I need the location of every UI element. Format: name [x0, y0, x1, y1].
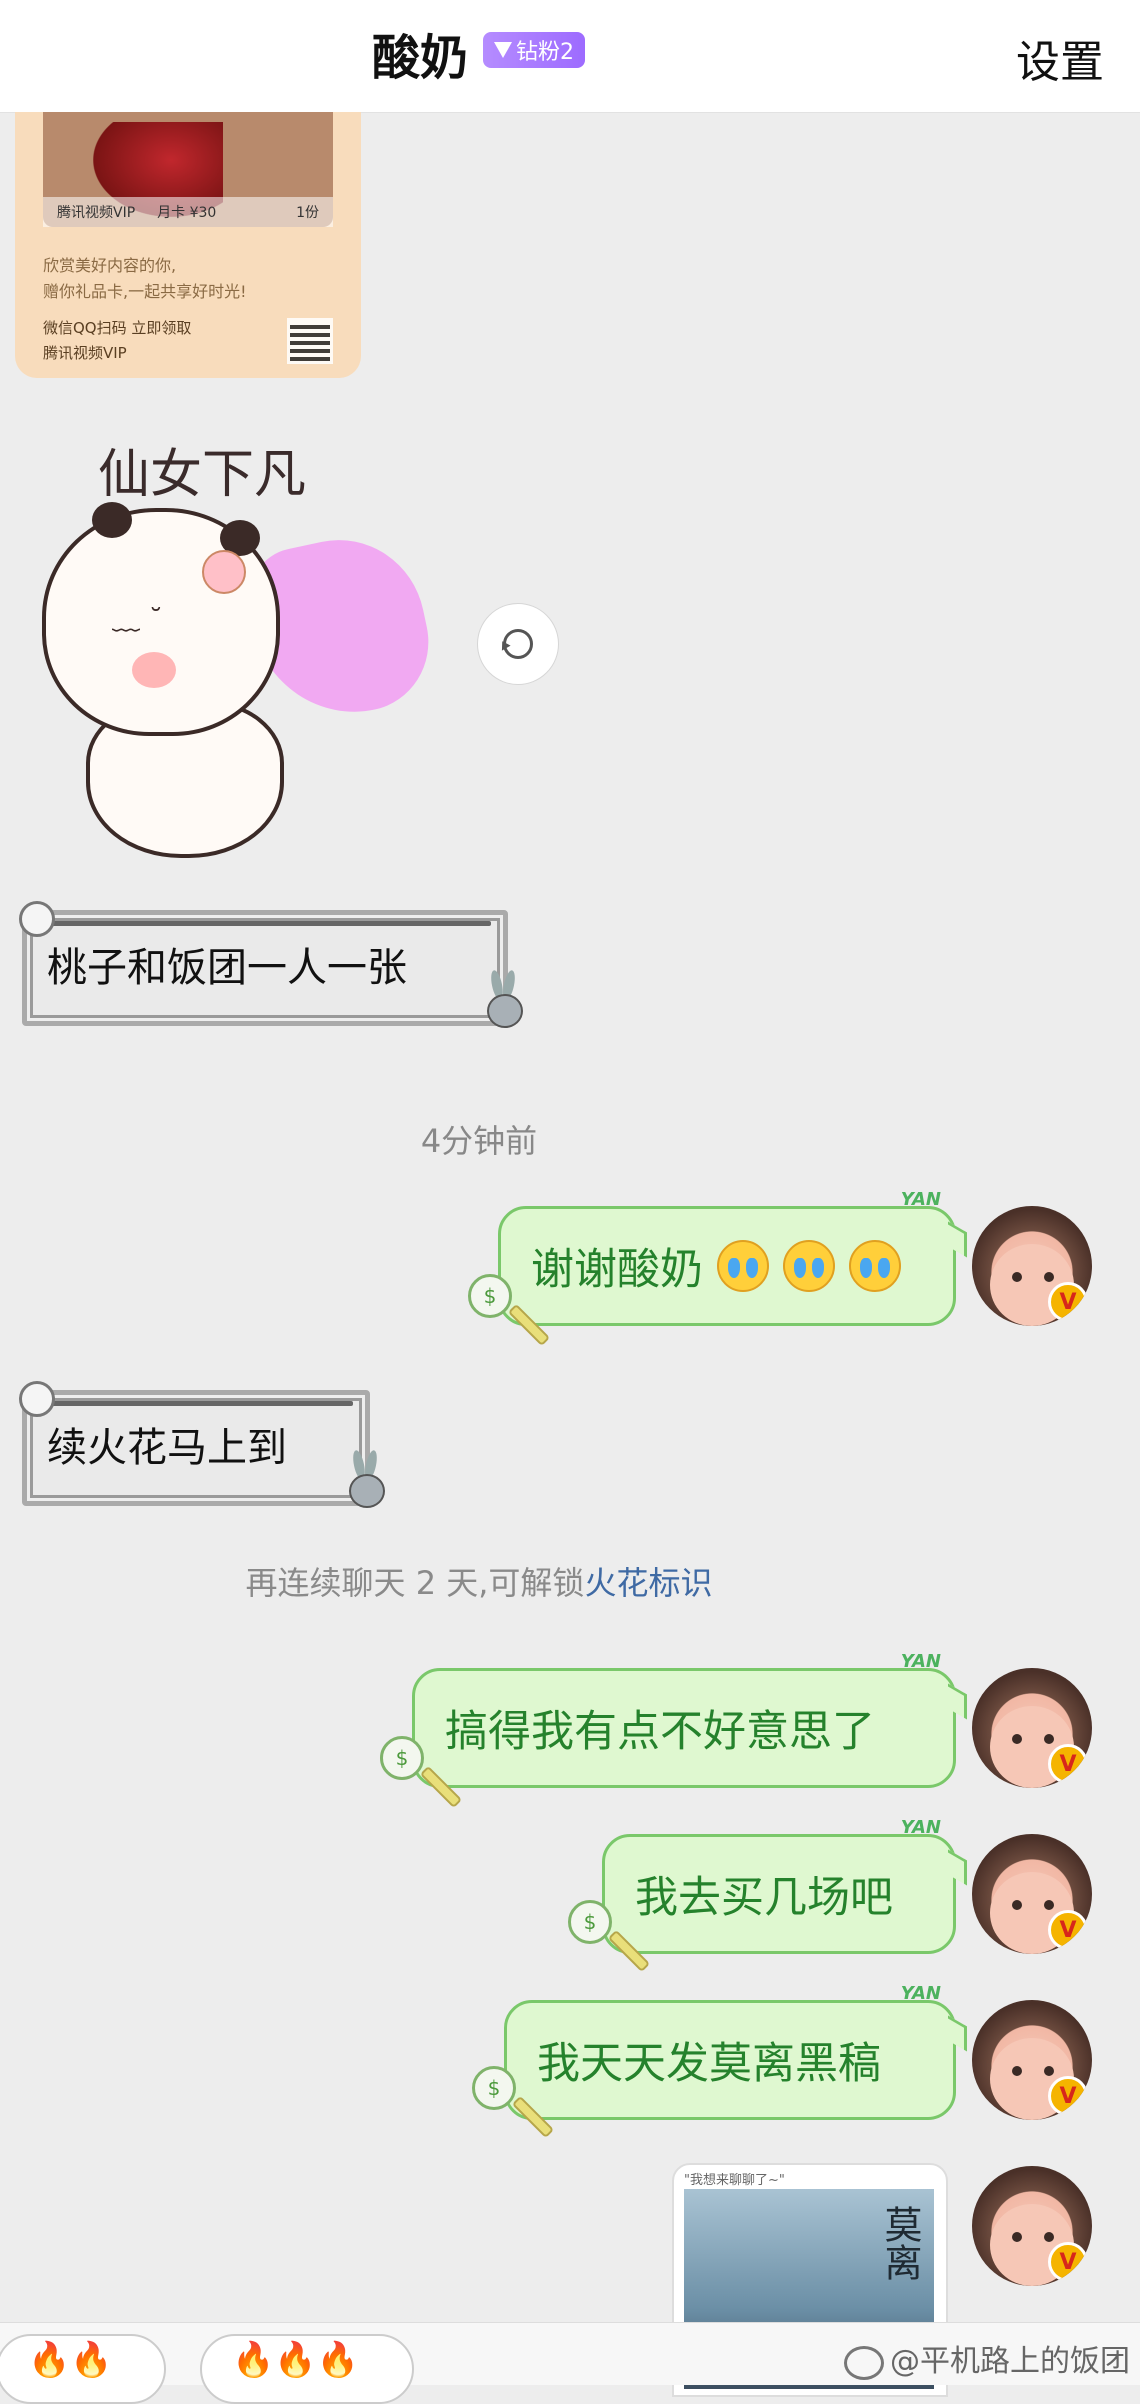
- chat-title: 酸奶: [372, 30, 469, 86]
- crying-emoji-icon: [717, 1240, 769, 1292]
- sticker-ear: [92, 502, 132, 538]
- bubble-tag: YAN: [900, 1983, 941, 2004]
- verified-badge-icon: V: [1048, 2076, 1088, 2116]
- avatar[interactable]: V: [972, 2166, 1092, 2286]
- settings-button[interactable]: 设置: [1016, 26, 1104, 90]
- chat-header: 酸奶 钻粉2 设置: [0, 0, 1140, 113]
- fire-emoji-icon: 🔥🔥: [28, 2340, 113, 2380]
- brand-label: 腾讯视频VIP: [43, 344, 127, 362]
- fan-badge-label: 钻粉2: [516, 40, 574, 65]
- verified-badge-icon: V: [1048, 1910, 1088, 1950]
- outgoing-message[interactable]: YAN 谢谢酸奶: [498, 1189, 967, 1326]
- sticker-message[interactable]: ﹏ ˘ 仙女下凡: [20, 420, 442, 860]
- avatar[interactable]: V: [972, 1206, 1092, 1326]
- card-price: 月卡 ¥30: [157, 205, 217, 221]
- bubble-tag: YAN: [900, 1651, 941, 1672]
- incoming-message[interactable]: 桃子和饭团一人一张: [19, 901, 508, 1026]
- card-count: 1份: [296, 205, 319, 221]
- message-text: 谢谢酸奶: [531, 1245, 703, 1295]
- bubble-tag: YAN: [900, 1189, 941, 1210]
- message-text: 我天天发莫离黑稿: [537, 2039, 881, 2089]
- bubble-tail: [948, 2015, 967, 2052]
- scan-instruction: 微信QQ扫码 立即领取: [43, 319, 192, 337]
- bubble-frame-curl: [19, 1381, 55, 1417]
- system-message-text: 再连续聊天 2 天,可解锁: [245, 1564, 585, 1602]
- spark-badge-link[interactable]: 火花标识: [584, 1564, 712, 1602]
- bubble-tail: [948, 1683, 967, 1720]
- diamond-icon: [494, 42, 512, 58]
- outgoing-message[interactable]: YAN 我天天发莫离黑稿: [504, 1983, 967, 2120]
- gift-message-line1: 欣赏美好内容的你,: [43, 256, 177, 275]
- crying-emoji-icon: [783, 1240, 835, 1292]
- gift-card-strip: 腾讯视频VIP 月卡 ¥30 1份: [43, 197, 333, 227]
- outgoing-message[interactable]: YAN 我去买几场吧: [602, 1817, 967, 1954]
- sticker-caption: 仙女下凡: [98, 445, 307, 505]
- bubble-tail: [948, 1849, 967, 1886]
- bubble-frame-bar: [39, 1401, 353, 1406]
- bunny-icon: [484, 969, 523, 1030]
- sticker-cheek: [132, 652, 176, 688]
- verified-badge-icon: V: [1048, 1744, 1088, 1784]
- poster-title: 莫离: [878, 2205, 922, 2281]
- image-caption: "我想来聊聊了~": [684, 2173, 785, 2188]
- qr-code: [287, 318, 333, 364]
- gift-card-poster: 腾讯视频VIP 月卡 ¥30 1份: [43, 112, 333, 227]
- flower-icon: [202, 550, 246, 594]
- quick-reply-pill[interactable]: 🔥🔥: [0, 2334, 166, 2404]
- undo-icon: [503, 629, 533, 659]
- weibo-icon: [844, 2345, 884, 2380]
- lollipop-icon: $: [568, 1900, 651, 1980]
- avatar[interactable]: V: [972, 1834, 1092, 1954]
- bubble-frame-curl: [19, 901, 55, 937]
- avatar[interactable]: V: [972, 1668, 1092, 1788]
- system-message: 再连续聊天 2 天,可解锁火花标识: [0, 1558, 958, 1604]
- bubble-frame-bar: [39, 921, 491, 926]
- sticker-eye: ﹏ ˘: [112, 603, 163, 636]
- outgoing-message[interactable]: YAN 搞得我有点不好意思了: [412, 1651, 967, 1788]
- lollipop-icon: $: [380, 1736, 463, 1816]
- message-text: 我去买几场吧: [635, 1873, 893, 1923]
- gift-message-line2: 赠你礼品卡,一起共享好时光!: [43, 282, 247, 301]
- message-text: 桃子和饭团一人一张: [47, 945, 407, 991]
- watermark: @平机路上的饭团: [844, 2336, 1130, 2380]
- watermark-text: @平机路上的饭团: [890, 2344, 1130, 2379]
- message-text: 搞得我有点不好意思了: [445, 1707, 875, 1757]
- bubble-tail: [948, 1221, 967, 1258]
- bunny-icon: [346, 1449, 385, 1510]
- incoming-message[interactable]: 续火花马上到: [19, 1381, 370, 1506]
- quick-reply-pill[interactable]: 🔥🔥🔥: [200, 2334, 414, 2404]
- lollipop-icon: $: [472, 2066, 555, 2146]
- message-timestamp: 4分钟前: [420, 1122, 538, 1160]
- recall-button[interactable]: [477, 603, 559, 685]
- avatar[interactable]: V: [972, 2000, 1092, 2120]
- fan-badge[interactable]: 钻粉2: [483, 32, 585, 68]
- verified-badge-icon: V: [1048, 2242, 1088, 2282]
- crying-emoji-icon: [849, 1240, 901, 1292]
- vip-label: 腾讯视频VIP: [57, 205, 136, 221]
- bubble-tag: YAN: [900, 1817, 941, 1838]
- fire-emoji-icon: 🔥🔥🔥: [232, 2340, 360, 2380]
- message-text: 续火花马上到: [47, 1425, 287, 1471]
- gift-card-message[interactable]: 腾讯视频VIP 月卡 ¥30 1份 欣赏美好内容的你, 赠你礼品卡,一起共享好时…: [15, 112, 361, 378]
- lollipop-icon: $: [468, 1274, 551, 1354]
- verified-badge-icon: V: [1048, 1282, 1088, 1322]
